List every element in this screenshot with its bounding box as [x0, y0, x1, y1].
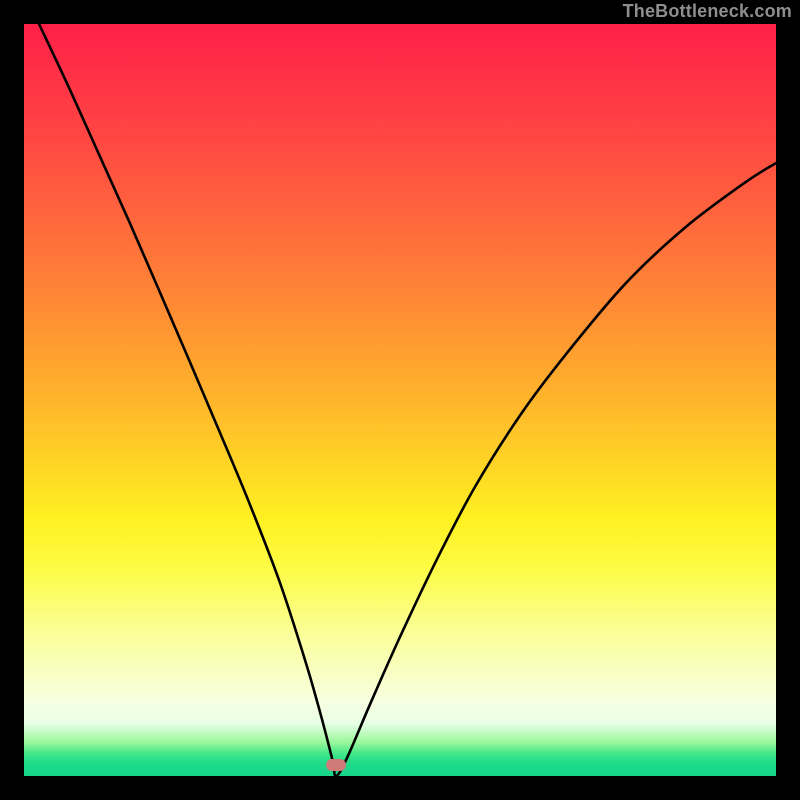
optimum-marker [326, 759, 346, 771]
chart-frame: TheBottleneck.com [0, 0, 800, 800]
bottleneck-curve [24, 24, 776, 776]
watermark-text: TheBottleneck.com [623, 1, 792, 22]
plot-area [24, 24, 776, 776]
